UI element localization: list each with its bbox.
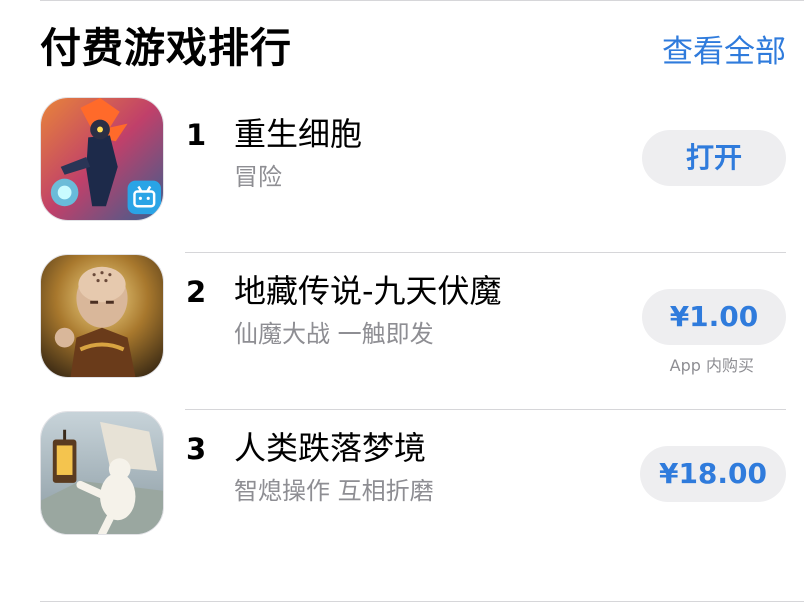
section-title: 付费游戏排行 (40, 24, 292, 72)
human-fall-flat-app-icon[interactable] (40, 411, 164, 535)
app-row-3[interactable]: 3 人类跌落梦境 智熄操作 互相折磨 ¥18.00 (0, 411, 804, 567)
dizang-legend-app-icon[interactable] (40, 254, 164, 378)
in-app-purchase-note: App 内购买 (669, 356, 754, 375)
app-name: 人类跌落梦境 (234, 429, 427, 467)
dead-cells-app-icon[interactable] (40, 97, 164, 221)
rank-number: 1 (186, 118, 207, 152)
rank-number: 2 (186, 275, 207, 309)
row-divider (185, 409, 786, 410)
price-button[interactable]: ¥18.00 (640, 446, 786, 502)
bottom-divider (40, 601, 804, 602)
open-button[interactable]: 打开 (642, 130, 786, 186)
paid-games-chart-section: 付费游戏排行 查看全部 1 重生细胞 冒险 打开 2 地藏传说-九天伏魔 仙魔大… (0, 0, 804, 604)
app-row-1[interactable]: 1 重生细胞 冒险 打开 (0, 97, 804, 253)
app-subtitle: 智熄操作 互相折磨 (234, 477, 434, 505)
app-subtitle: 冒险 (234, 163, 282, 191)
app-subtitle: 仙魔大战 一触即发 (234, 320, 434, 348)
rank-number: 3 (186, 432, 207, 466)
row-divider (185, 252, 786, 253)
app-row-2[interactable]: 2 地藏传说-九天伏魔 仙魔大战 一触即发 ¥1.00 App 内购买 (0, 254, 804, 410)
app-name: 重生细胞 (234, 115, 363, 153)
top-divider (40, 0, 804, 1)
see-all-link[interactable]: 查看全部 (662, 27, 786, 77)
app-name: 地藏传说-九天伏魔 (234, 272, 502, 310)
price-button[interactable]: ¥1.00 (642, 289, 786, 345)
